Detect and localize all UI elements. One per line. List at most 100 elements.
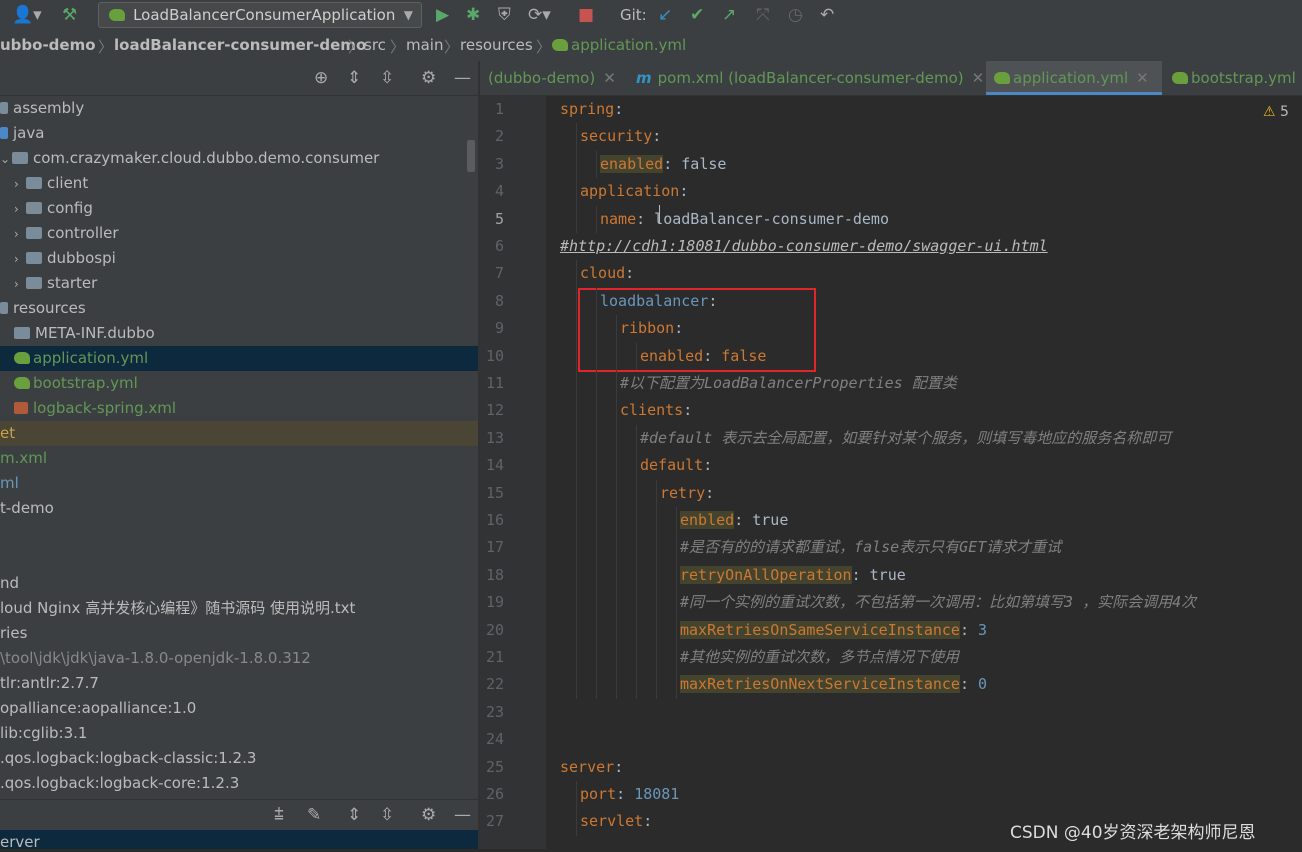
coverage-icon[interactable]: ⛨ (498, 4, 511, 26)
close-icon[interactable]: ✕ (972, 69, 985, 87)
tree-item[interactable]: ⌄ com.crazymaker.cloud.dubbo.demo.consume… (0, 146, 478, 171)
indent-guide (576, 150, 577, 179)
history-icon[interactable]: ◷ (788, 4, 803, 26)
code-token: retryOnAllOperation (680, 565, 852, 584)
warning-indicator[interactable]: ⚠ 5 (1263, 104, 1289, 120)
tree-item[interactable]: › client (0, 171, 478, 196)
tree-item[interactable]: › dubbospi (0, 246, 478, 271)
tree-item[interactable]: \tool\jdk\jdk\java-1.8.0-openjdk-1.8.0.3… (0, 646, 478, 671)
tree-item[interactable]: › starter (0, 271, 478, 296)
git-push-icon[interactable]: ↗ (722, 4, 736, 26)
breadcrumb-item-src[interactable]: src (364, 36, 386, 54)
profile-icon[interactable]: ⟳▾ (528, 4, 551, 26)
line-number: 2 (494, 127, 504, 146)
add-icon[interactable]: ⩲ (274, 804, 284, 826)
tree-item[interactable]: bootstrap.yml (0, 371, 478, 396)
breadcrumb-item-project[interactable]: ubbo-demo (0, 36, 96, 54)
tree-item[interactable]: nd (0, 571, 478, 596)
chevron-right-icon[interactable]: › (14, 272, 26, 297)
close-icon[interactable]: ✕ (603, 69, 616, 87)
tab-bootstrap-yml[interactable]: bootstrap.yml (1172, 61, 1296, 95)
indent-guide (636, 507, 637, 535)
gear-icon[interactable]: ⚙ (421, 804, 436, 826)
gear-icon[interactable]: ⚙ (421, 67, 436, 89)
tab-pom-xml[interactable]: m pom.xml (loadBalancer-consumer-demo) ✕ (636, 61, 984, 95)
code-token: enbled (680, 511, 735, 529)
breadcrumb-item-main[interactable]: main (406, 36, 443, 54)
locate-icon[interactable]: ⊕ (314, 67, 328, 89)
chevron-down-icon[interactable]: ⌄ (0, 147, 12, 172)
collapse-all-icon[interactable]: ⇳ (380, 67, 394, 89)
expand-all-icon[interactable]: ⇕ (347, 67, 361, 89)
indent-guide (616, 589, 617, 617)
indent-guide (576, 781, 577, 809)
indent-guide (596, 561, 597, 590)
breadcrumb-item-module[interactable]: loadBalancer-consumer-demo (114, 36, 366, 54)
tree-item[interactable]: t-demo (0, 496, 478, 521)
code-line: application: (580, 178, 688, 205)
chevron-right-icon[interactable]: › (14, 197, 26, 222)
user-icon[interactable]: 👤▾ (12, 4, 42, 26)
debug-icon[interactable]: ✱ (466, 4, 480, 26)
close-icon[interactable]: ✕ (1136, 69, 1149, 87)
tree-item[interactable]: ml (0, 471, 478, 496)
indent-guide (636, 452, 637, 480)
minimize-icon[interactable]: — (454, 67, 471, 89)
tree-item[interactable]: logback-spring.xml (0, 396, 478, 421)
chevron-right-icon[interactable]: › (14, 222, 26, 247)
tree-item[interactable]: › config (0, 196, 478, 221)
tree-item-selected[interactable]: application.yml (0, 346, 478, 371)
breadcrumb-item-resources[interactable]: resources (460, 36, 533, 54)
tree-item[interactable] (0, 521, 478, 546)
indent-guide (676, 616, 677, 644)
tree-item[interactable]: java (0, 121, 478, 146)
indent-guide (656, 644, 657, 672)
collapse-all-icon[interactable]: ⇳ (380, 804, 394, 826)
tree-item[interactable]: META-INF.dubbo (0, 321, 478, 346)
indent-guide (596, 424, 597, 453)
tree-item[interactable]: .qos.logback:logback-classic:1.2.3 (0, 746, 478, 771)
tree-item[interactable]: › controller (0, 221, 478, 246)
tree-item[interactable]: loud Nginx 高并发核心编程》随书源码 使用说明.txt (0, 596, 478, 621)
tree-item[interactable]: assembly (0, 96, 478, 121)
package-icon (26, 227, 42, 239)
indent-guide (596, 507, 597, 535)
chevron-right-icon[interactable]: › (14, 247, 26, 272)
build-hammer-icon[interactable]: ⚒ (62, 4, 77, 26)
rollback-icon[interactable]: ↶ (820, 4, 834, 26)
git-update-icon[interactable]: ↙ (658, 4, 672, 26)
git-merge-icon[interactable]: ⤧ (756, 4, 770, 26)
line-number: 8 (494, 291, 504, 310)
tree-item[interactable]: .qos.logback:logback-core:1.2.3 (0, 771, 478, 796)
chevron-right-icon: 〉 (536, 38, 552, 56)
code-line: #同一个实例的重试次数，不包括第一次调用：比如第填写3 ，实际会调用4次 (680, 589, 1196, 616)
line-number: 18 (485, 565, 504, 584)
chevron-right-icon[interactable]: › (14, 172, 26, 197)
tree-item[interactable]: resources (0, 296, 478, 321)
run-config-select[interactable]: LoadBalancerConsumerApplication ▼ (98, 2, 422, 28)
services-item[interactable]: erver (0, 830, 478, 851)
code-token: 18081 (634, 785, 680, 803)
tree-item[interactable]: opalliance:aopalliance:1.0 (0, 696, 478, 721)
run-config-label: LoadBalancerConsumerApplication (133, 6, 396, 24)
edit-pencil-icon[interactable]: ✎ (307, 804, 321, 826)
breadcrumb-item-file[interactable]: application.yml (552, 36, 686, 54)
git-commit-icon[interactable]: ✔ (690, 4, 704, 26)
code-comment: #同一个实例的重试次数，不包括第一次调用：比如第填写3 ，实际会调用4次 (680, 593, 1197, 612)
tree-item[interactable]: ries (0, 621, 478, 646)
tree-item[interactable]: m.xml (0, 446, 478, 471)
code-token: cloud (580, 264, 626, 283)
tree-item[interactable]: lib:cglib:3.1 (0, 721, 478, 746)
tab-dubbo-demo[interactable]: (dubbo-demo) ✕ (488, 61, 616, 95)
code-token: 3 (978, 620, 988, 639)
tab-application-yml[interactable]: application.yml ✕ (986, 61, 1162, 95)
stop-icon[interactable]: ■ (578, 4, 594, 26)
indent-guide (616, 315, 617, 343)
expand-all-icon[interactable]: ⇕ (347, 804, 361, 826)
code-token: enabled (600, 154, 664, 173)
indent-guide (656, 507, 657, 535)
tree-item[interactable]: tlr:antlr:2.7.7 (0, 671, 478, 696)
code-editor[interactable]: ⚠ 5 spring: security: enabled: false applic… (546, 96, 1302, 849)
tree-item[interactable]: et (0, 421, 478, 446)
run-icon[interactable]: ▶ (436, 4, 449, 26)
